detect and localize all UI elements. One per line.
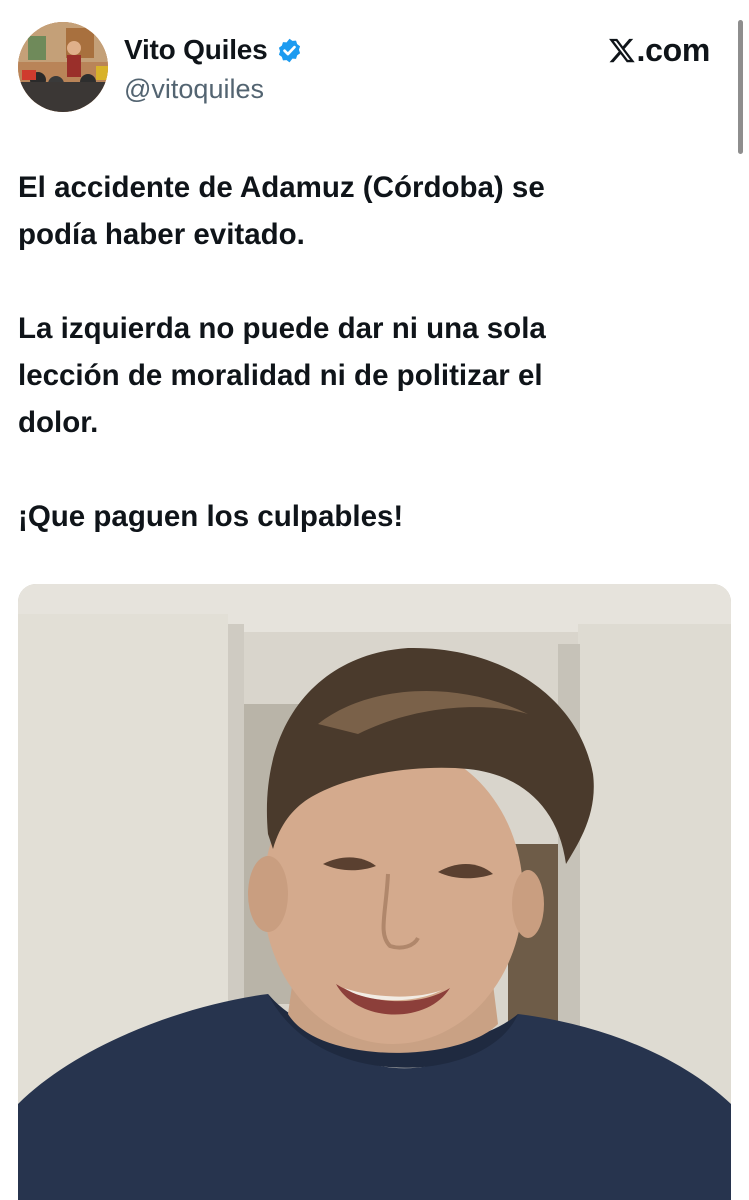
tweet-header: Vito Quiles @vitoquiles .com xyxy=(18,22,718,118)
video-frame xyxy=(18,584,731,1200)
x-logo-icon xyxy=(608,36,636,64)
tweet-line: ¡Que paguen los culpables! xyxy=(18,500,404,533)
tweet-screenshot: Vito Quiles @vitoquiles .com El accident… xyxy=(0,0,749,1200)
avatar-photo xyxy=(18,22,108,112)
tweet-media-video[interactable] xyxy=(18,584,731,1200)
scrollbar[interactable] xyxy=(738,20,743,154)
author-display-name[interactable]: Vito Quiles xyxy=(124,34,268,66)
tweet-line: La izquierda no puede dar ni una sola xyxy=(18,312,546,345)
author-avatar[interactable] xyxy=(18,22,108,112)
author-handle[interactable]: @vitoquiles xyxy=(124,74,264,105)
name-row: Vito Quiles xyxy=(124,34,303,66)
tweet-line: dolor. xyxy=(18,406,99,439)
verified-badge-icon xyxy=(276,37,303,64)
tweet-text: El accidente de Adamuz (Córdoba) se podí… xyxy=(18,164,718,540)
brand-text: .com xyxy=(636,31,711,68)
tweet-line: lección de moralidad ni de politizar el xyxy=(18,359,543,392)
tweet-line: El accidente de Adamuz (Córdoba) se xyxy=(18,171,545,204)
brand-watermark: .com xyxy=(608,31,711,68)
tweet-line: podía haber evitado. xyxy=(18,218,305,251)
